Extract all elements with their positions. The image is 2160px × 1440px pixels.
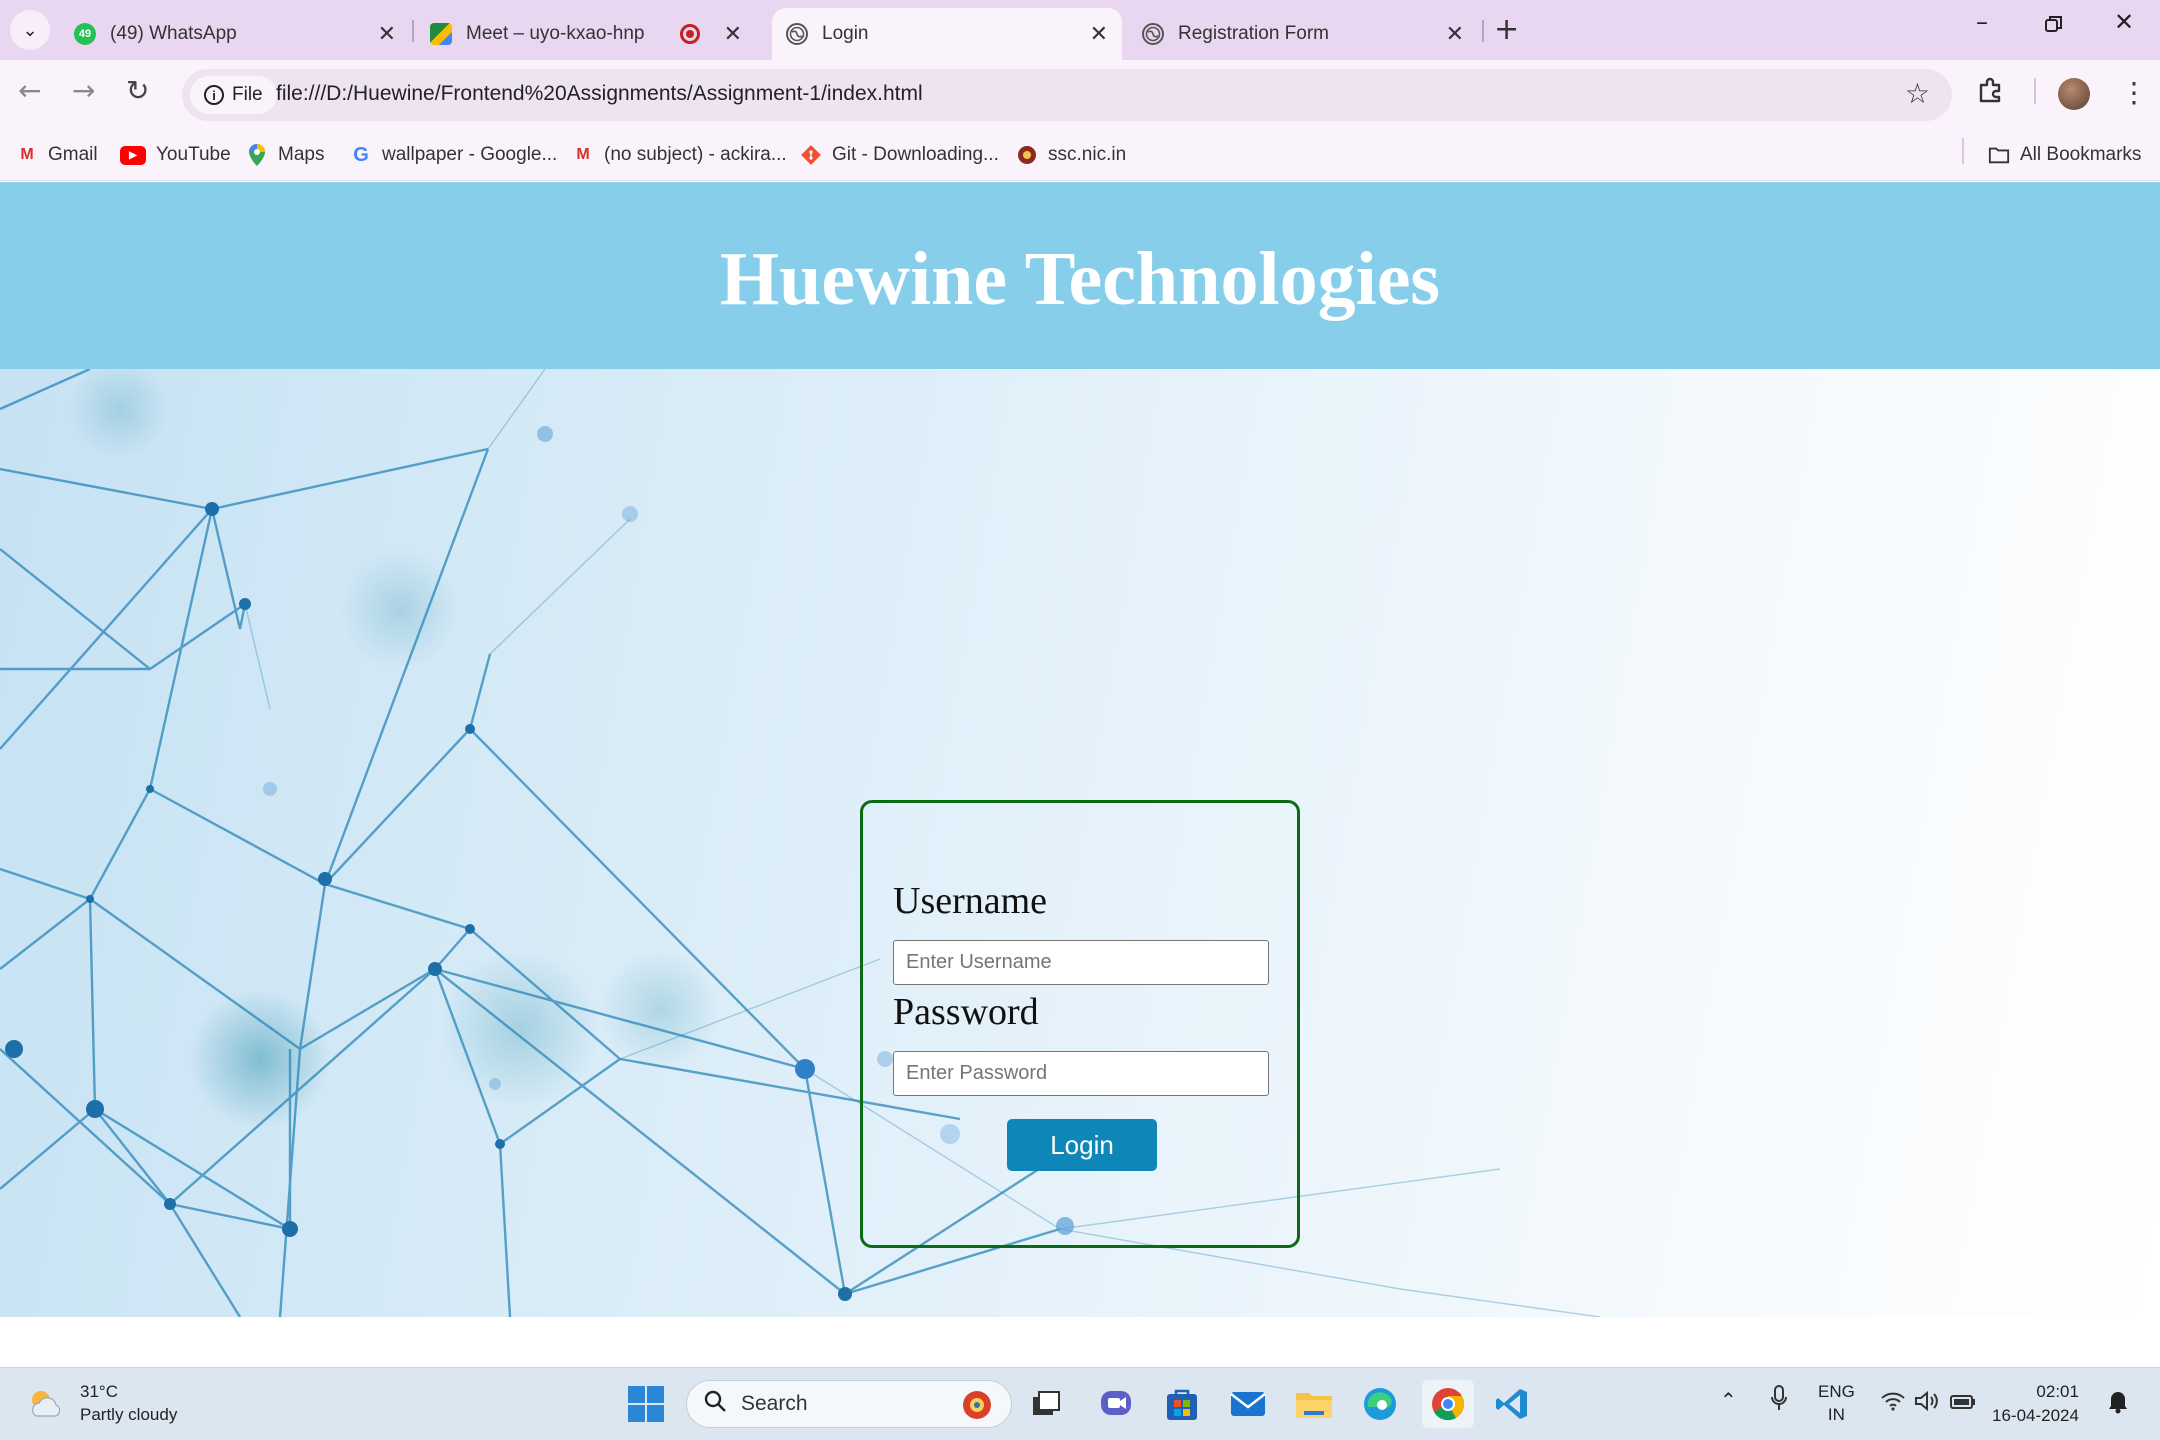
login-button[interactable]: Login: [1007, 1119, 1157, 1171]
clock-date: 16-04-2024: [1992, 1406, 2079, 1425]
url-text[interactable]: file:///D:/Huewine/Frontend%20Assignment…: [276, 82, 923, 106]
close-window-icon[interactable]: ✕: [2114, 8, 2134, 36]
bookmark-wallpaper-google[interactable]: G wallpaper - Google...: [350, 139, 557, 171]
search-highlight-icon: [959, 1388, 995, 1428]
new-tab-plus-icon[interactable]: +: [1494, 12, 1519, 47]
tab-divider: [412, 20, 414, 42]
tab-login[interactable]: Login ✕: [772, 8, 1122, 60]
site-title: Huewine Technologies: [720, 237, 1440, 321]
partly-cloudy-icon: [26, 1386, 66, 1420]
password-label: Password: [893, 991, 1039, 1033]
clock-time: 02:01: [2036, 1382, 2079, 1401]
username-input[interactable]: [893, 940, 1269, 985]
password-input[interactable]: [893, 1051, 1269, 1096]
bookmarks-divider: [1962, 138, 1964, 164]
task-view-icon[interactable]: [1022, 1380, 1070, 1428]
folder-icon: [1988, 144, 2010, 166]
toolbar-divider: [2034, 78, 2036, 104]
windows-start-icon[interactable]: [622, 1380, 670, 1428]
weather-temp: 31°C: [80, 1382, 118, 1401]
globe-icon: [786, 23, 808, 45]
chevron-up-icon[interactable]: ⌃: [1720, 1388, 1737, 1413]
restore-icon[interactable]: [2044, 12, 2064, 40]
site-header: Huewine Technologies: [0, 182, 2160, 369]
weather-desc: Partly cloudy: [80, 1405, 178, 1424]
info-icon: i: [204, 85, 224, 105]
tab-title: Registration Form: [1178, 23, 1329, 44]
browser-toolbar: ← → ↻ i File file:///D:/Huewine/Frontend…: [0, 60, 2160, 130]
google-icon: G: [353, 143, 369, 166]
file-explorer-icon[interactable]: [1290, 1380, 1338, 1428]
username-label: Username: [893, 880, 1048, 922]
google-meet-icon: [430, 23, 452, 45]
close-icon[interactable]: ✕: [1446, 21, 1464, 47]
kebab-menu-icon[interactable]: ⋮: [2120, 76, 2148, 109]
site-chip-label: File: [232, 84, 263, 105]
wifi-icon[interactable]: [1880, 1390, 1906, 1417]
tab-search-button[interactable]: ⌄: [10, 10, 50, 50]
gmail-icon: M: [576, 146, 590, 163]
bookmark-git[interactable]: Git - Downloading...: [800, 139, 999, 171]
youtube-icon: ▶: [120, 145, 146, 165]
volume-icon[interactable]: [1914, 1390, 1942, 1417]
taskbar-search[interactable]: Search: [686, 1380, 1012, 1428]
tab-title: (49) WhatsApp: [110, 23, 237, 44]
tab-registration-form[interactable]: Registration Form ✕: [1128, 8, 1478, 60]
bookmark-maps[interactable]: Maps: [246, 139, 324, 171]
whatsapp-icon: 49: [74, 23, 96, 45]
tab-meet[interactable]: Meet – uyo-kxao-hnp ✕: [416, 8, 756, 60]
notification-bell-icon[interactable]: [2108, 1388, 2128, 1419]
profile-avatar[interactable]: [2058, 78, 2090, 110]
language-indicator[interactable]: ENG IN: [1818, 1380, 1855, 1426]
tab-divider: [1482, 20, 1484, 42]
bookmark-ssc[interactable]: ssc.nic.in: [1016, 139, 1126, 171]
git-icon: [800, 144, 822, 166]
tab-title: Login: [822, 23, 869, 44]
clock[interactable]: 02:01 16-04-2024: [1992, 1380, 2079, 1428]
windows-taskbar: 31°C Partly cloudy Search ⌃ ENG IN 02:01…: [0, 1367, 2160, 1440]
back-arrow-icon[interactable]: ←: [18, 74, 41, 107]
bookmark-gmail[interactable]: M Gmail: [16, 139, 97, 171]
tab-whatsapp[interactable]: 49 (49) WhatsApp ✕: [60, 8, 410, 60]
globe-icon: [1142, 23, 1164, 45]
edge-browser-icon[interactable]: [1356, 1380, 1404, 1428]
reload-icon[interactable]: ↻: [126, 74, 149, 107]
mail-icon[interactable]: [1224, 1380, 1272, 1428]
microphone-icon[interactable]: [1770, 1384, 1788, 1417]
close-icon[interactable]: ✕: [724, 21, 742, 47]
minimize-icon[interactable]: –: [1976, 8, 1988, 36]
vscode-icon[interactable]: [1488, 1380, 1536, 1428]
browser-chrome: ⌄ 49 (49) WhatsApp ✕ Meet – uyo-kxao-hnp…: [0, 0, 2160, 181]
tab-title: Meet – uyo-kxao-hnp: [466, 23, 645, 44]
chrome-browser-icon[interactable]: [1422, 1380, 1474, 1428]
all-bookmarks-button[interactable]: All Bookmarks: [1988, 139, 2141, 171]
search-icon: [703, 1389, 727, 1419]
bookmarks-bar: M Gmail ▶ YouTube Maps G wallpaper - Goo…: [0, 130, 2160, 181]
search-label: Search: [741, 1392, 808, 1415]
maps-icon: [246, 144, 268, 166]
web-page: Huewine Technologies Username Enter User…: [0, 182, 2160, 1367]
teams-chat-icon[interactable]: [1092, 1380, 1140, 1428]
weather-widget[interactable]: 31°C Partly cloudy: [26, 1380, 177, 1426]
site-info-chip[interactable]: i File: [190, 76, 277, 114]
forward-arrow-icon[interactable]: →: [72, 74, 95, 107]
extensions-puzzle-icon[interactable]: [1976, 76, 2004, 111]
close-icon[interactable]: ✕: [1090, 21, 1108, 47]
battery-icon[interactable]: [1950, 1394, 1976, 1415]
tab-strip: ⌄ 49 (49) WhatsApp ✕ Meet – uyo-kxao-hnp…: [0, 0, 2160, 60]
recording-icon: [679, 24, 700, 44]
gmail-icon: M: [20, 146, 34, 163]
close-icon[interactable]: ✕: [378, 21, 396, 47]
emblem-icon: [1016, 144, 1038, 166]
microsoft-store-icon[interactable]: [1158, 1380, 1206, 1428]
chevron-down-icon: ⌄: [22, 19, 38, 41]
login-form: Username Password Login: [860, 800, 1300, 1248]
bookmark-star-icon[interactable]: ☆: [1905, 77, 1930, 110]
bookmark-no-subject-gmail[interactable]: M (no subject) - ackira...: [572, 139, 786, 171]
bookmark-youtube[interactable]: ▶ YouTube: [120, 139, 231, 171]
address-bar[interactable]: i File file:///D:/Huewine/Frontend%20Ass…: [182, 69, 1952, 121]
